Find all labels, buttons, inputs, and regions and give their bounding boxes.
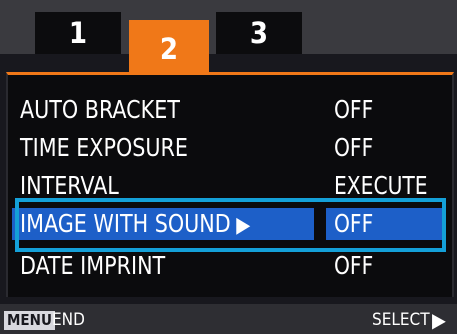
menu-item-value: OFF: [334, 251, 374, 280]
camera-menu-screen: 1 2 3 AUTO BRACKET OFF TIME EXPOSURE OFF…: [0, 0, 457, 334]
menu-item-value: OFF: [334, 95, 374, 124]
menu-panel: AUTO BRACKET OFF TIME EXPOSURE OFF INTER…: [6, 72, 454, 297]
tab-2[interactable]: 2: [129, 20, 209, 72]
tab-3[interactable]: 3: [216, 12, 302, 54]
menu-button[interactable]: MENU: [4, 311, 55, 330]
menu-item-auto-bracket[interactable]: AUTO BRACKET OFF: [8, 91, 452, 129]
end-label: END: [52, 310, 85, 330]
bottom-bar: MENU END SELECT ▶: [0, 304, 457, 334]
menu-item-value: OFF: [334, 133, 374, 162]
tab-strip: 1 2 3: [0, 0, 457, 72]
menu-item-date-imprint[interactable]: DATE IMPRINT OFF: [8, 247, 452, 285]
menu-item-label: DATE IMPRINT: [20, 251, 166, 280]
highlight-frame: [15, 198, 446, 252]
select-label: SELECT: [372, 310, 430, 330]
menu-item-label: AUTO BRACKET: [20, 95, 180, 124]
right-arrow-icon[interactable]: ▶: [432, 309, 446, 331]
menu-item-time-exposure[interactable]: TIME EXPOSURE OFF: [8, 129, 452, 167]
tab-1[interactable]: 1: [35, 12, 121, 54]
menu-item-label: TIME EXPOSURE: [20, 133, 188, 162]
